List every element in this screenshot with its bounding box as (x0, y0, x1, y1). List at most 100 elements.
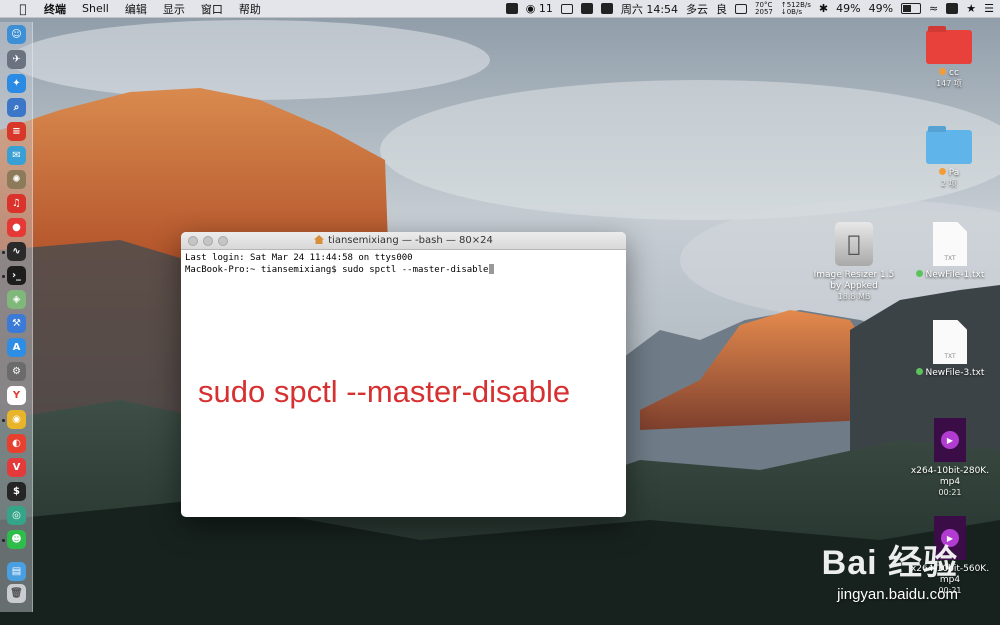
running-indicator (2, 539, 5, 542)
play-icon: ▶ (941, 431, 959, 449)
desktop-item-label: NewFile-3.txt (906, 368, 994, 379)
air-quality[interactable]: 良 (716, 1, 727, 17)
menu-shell[interactable]: Shell (82, 2, 109, 15)
desktop-file-newfile-3[interactable]: TXT NewFile-3.txt (906, 320, 994, 379)
window-title: tiansemixiang — -bash — 80×24 (181, 232, 626, 249)
desktop-item-name: x264-10bit-280K. (910, 466, 990, 476)
system-preferences-icon[interactable]: ⚙ (7, 362, 26, 381)
wechat-count: 11 (538, 2, 553, 15)
star-icon[interactable]: ★ (966, 2, 976, 15)
fan-rpm: 2057 (755, 7, 773, 16)
text-cursor (489, 264, 495, 274)
safari-icon[interactable]: ✦ (7, 74, 26, 93)
last-login-line: Last login: Sat Mar 24 11:44:58 on ttys0… (185, 253, 413, 263)
battery-percent-1[interactable]: 49% (836, 2, 860, 15)
desktop-item-label: NewFile-1.txt (906, 270, 994, 281)
activity-monitor-icon[interactable]: ∿ (7, 242, 26, 261)
doc-extension: TXT (944, 353, 956, 360)
menu-bar:  终端 Shell 编辑 显示 窗口 帮助 ◉ 11 周六 14:54 多云 … (0, 0, 1000, 18)
watermark-url: jingyan.baidu.com (837, 586, 958, 603)
window-title-text: tiansemixiang — -bash — 80×24 (328, 235, 493, 246)
preview-icon[interactable]: ⌕ (7, 98, 26, 117)
xcode-icon[interactable]: ⚒ (7, 314, 26, 333)
video-file-icon: ▶ (934, 418, 966, 462)
menu-app-name[interactable]: 终端 (44, 1, 66, 17)
yandex-icon[interactable]: Y (7, 386, 26, 405)
wifi-icon[interactable]: ≈ (929, 2, 938, 15)
desktop-app-image-resizer[interactable]:  Image Resizer 1.5 by Appked 18.8 MB (808, 222, 900, 301)
finder-icon[interactable]: ☺ (7, 25, 26, 44)
display-icon[interactable] (560, 3, 573, 14)
desktop-item-name: cc (949, 68, 959, 78)
net-speed[interactable]: ↑512B/s ↓0B/s (780, 1, 811, 16)
app-store-icon[interactable]: A (7, 338, 26, 357)
running-indicator (2, 419, 5, 422)
doc-extension: TXT (944, 255, 956, 262)
app-icon:  (835, 222, 873, 266)
desktop-item-name: NewFile-1.txt (925, 270, 985, 280)
menu-edit[interactable]: 编辑 (125, 1, 147, 17)
app-gear-icon[interactable]: ✺ (7, 170, 26, 189)
clock[interactable]: 周六 14:54 (621, 1, 678, 17)
desktop-item-label: cc (918, 68, 980, 79)
desktop-item-sub: 147 项 (936, 79, 962, 88)
console-icon[interactable]: $ (7, 482, 26, 501)
tag-dot (915, 270, 923, 277)
vivaldi-icon[interactable]: V (7, 458, 26, 477)
shell-prompt: MacBook-Pro:~ tiansemixiang$ (185, 265, 343, 275)
app-teal-icon[interactable]: ◎ (7, 506, 26, 525)
weather[interactable]: 多云 (686, 1, 708, 17)
weibo-icon[interactable]: ◐ (7, 434, 26, 453)
desktop-folder-cc[interactable]: cc 147 项 (918, 30, 980, 88)
net-down: ↓0B/s (780, 7, 802, 16)
mail-icon[interactable]: ✉ (7, 146, 26, 165)
desktop-folder-pa[interactable]: Pa 2 项 (918, 130, 980, 188)
battery-icon[interactable] (901, 3, 922, 14)
launchpad-icon[interactable]: ✈ (7, 50, 26, 69)
wechat-status[interactable]: ◉ 11 (526, 2, 553, 15)
menu-extras: ◉ 11 周六 14:54 多云 良 70°C 2057 ↑512B/s ↓0B… (498, 0, 994, 17)
monitor-icon[interactable] (735, 3, 748, 14)
desktop-item-sub: 00:21 (938, 488, 962, 497)
command-line: MacBook-Pro:~ tiansemixiang$ sudo spctl … (185, 264, 622, 276)
cpu-stats[interactable]: 70°C 2057 (755, 1, 773, 16)
text-document-icon: TXT (933, 320, 967, 364)
tag-dot (939, 68, 947, 75)
terminal-window[interactable]: tiansemixiang — -bash — 80×24 Last login… (181, 232, 626, 517)
grid-icon[interactable] (600, 3, 613, 14)
trash-icon[interactable]: 🗑 (7, 584, 26, 603)
screen-icon[interactable] (580, 3, 593, 14)
app-red-icon[interactable]: ≡ (7, 122, 26, 141)
terminal-icon[interactable]: ›_ (7, 266, 26, 285)
desktop-item-name-line2: by Appked (830, 281, 878, 291)
bluetooth-icon[interactable]: ✱ (819, 2, 828, 15)
baidu-watermark: Bai 经验 jingyan.baidu.com (822, 535, 958, 603)
app-circle-icon[interactable]: ● (7, 218, 26, 237)
typed-command: sudo spctl --master-disable (342, 265, 489, 275)
app-music-icon[interactable]: ♫ (7, 194, 26, 213)
downloads-folder-icon[interactable]: ▤ (7, 562, 26, 581)
wechat-dock-icon[interactable]: ☻ (7, 530, 26, 549)
terminal-content[interactable]: Last login: Sat Mar 24 11:44:58 on ttys0… (181, 250, 626, 279)
maps-icon[interactable]: ◈ (7, 290, 26, 309)
running-indicator (2, 275, 5, 278)
notification-center-icon[interactable]: ☰ (984, 2, 994, 15)
home-folder-icon (314, 235, 325, 244)
app-s-icon[interactable] (946, 3, 959, 14)
desktop-video-280k[interactable]: ▶ x264-10bit-280K. mp4 00:21 (903, 418, 997, 497)
menu-help[interactable]: 帮助 (239, 1, 261, 17)
running-indicator (2, 251, 5, 254)
menu-window[interactable]: 窗口 (201, 1, 223, 17)
tag-dot (938, 168, 946, 175)
battery-percent-2[interactable]: 49% (869, 2, 893, 15)
desktop-item-name: NewFile-3.txt (925, 368, 985, 378)
chrome-icon[interactable]: ◉ (7, 410, 26, 429)
terminal-titlebar[interactable]: tiansemixiang — -bash — 80×24 (181, 232, 626, 250)
desktop-file-newfile-1[interactable]: TXT NewFile-1.txt (906, 222, 994, 281)
menu-view[interactable]: 显示 (163, 1, 185, 17)
tag-dot (915, 368, 923, 375)
status-app-icon[interactable] (505, 3, 518, 14)
folder-icon (926, 30, 972, 64)
dock: ☺ ✈ ✦ ⌕ ≡ ✉ ✺ ♫ ● ∿ ›_ ◈ ⚒ A ⚙ Y ◉ ◐ V $… (0, 22, 33, 612)
apple-menu-icon[interactable]:  (14, 2, 32, 16)
